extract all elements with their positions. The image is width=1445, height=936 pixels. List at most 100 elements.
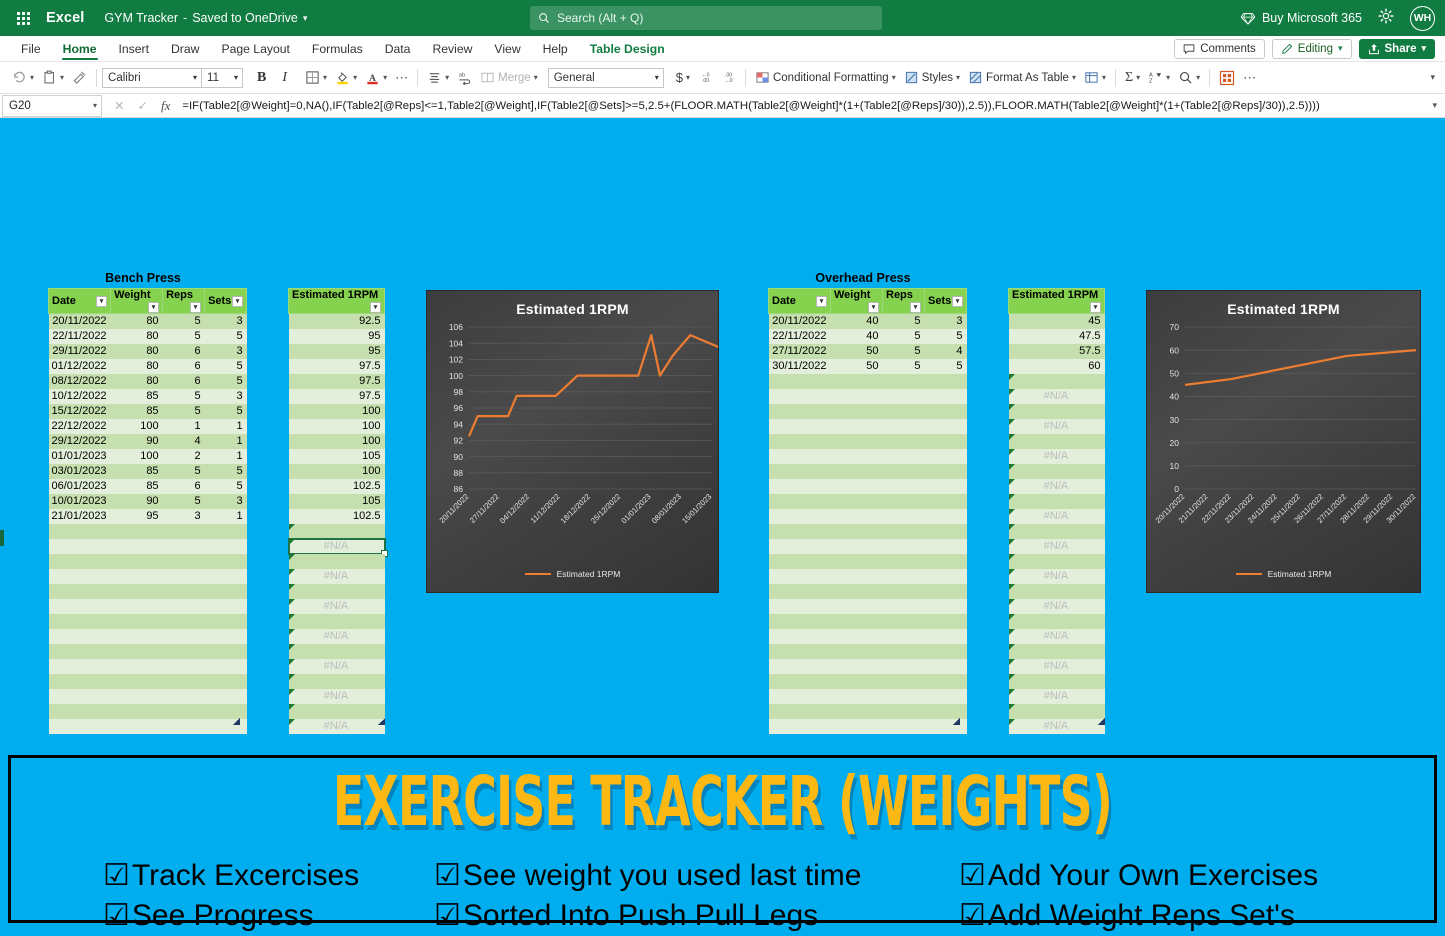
- cell-estimated-1rpm[interactable]: [1008, 554, 1105, 569]
- cell-estimated-1rpm[interactable]: 47.5: [1008, 329, 1105, 344]
- format-as-table-button[interactable]: Format As Table ▾: [964, 66, 1080, 90]
- cell-reps[interactable]: [882, 509, 925, 524]
- tab-page-layout[interactable]: Page Layout: [210, 36, 300, 61]
- cell-date[interactable]: [768, 554, 831, 569]
- table-row[interactable]: [48, 674, 247, 689]
- filter-icon[interactable]: ▾: [232, 296, 244, 307]
- cell-reps[interactable]: [162, 554, 205, 569]
- table-row[interactable]: 22/11/2022 40 5 5: [768, 329, 967, 344]
- cell-reps[interactable]: [882, 389, 925, 404]
- cell-date[interactable]: 10/01/2023: [48, 494, 111, 509]
- formula-bar-expand-icon[interactable]: ▾: [1424, 100, 1445, 111]
- table-row[interactable]: 105: [288, 449, 385, 464]
- cell-weight[interactable]: 50: [830, 359, 883, 374]
- table-row[interactable]: #N/A: [1008, 629, 1105, 644]
- cell-date[interactable]: 20/11/2022: [48, 313, 111, 329]
- table-row[interactable]: [48, 524, 247, 539]
- cell-weight[interactable]: 100: [110, 449, 163, 464]
- table-row[interactable]: 105: [288, 494, 385, 509]
- cell-weight[interactable]: [110, 719, 163, 734]
- cell-weight[interactable]: [830, 389, 883, 404]
- cell-date[interactable]: 10/12/2022: [48, 389, 111, 404]
- cell-date[interactable]: [48, 644, 111, 659]
- cell-date[interactable]: [768, 599, 831, 614]
- cell-sets[interactable]: [924, 704, 967, 719]
- cell-reps[interactable]: 6: [162, 344, 205, 359]
- table-row[interactable]: #N/A: [1008, 389, 1105, 404]
- tab-data[interactable]: Data: [374, 36, 422, 61]
- cell-weight[interactable]: 40: [830, 313, 883, 329]
- cell-reps[interactable]: [882, 644, 925, 659]
- autosum-button[interactable]: Σ ▾: [1121, 66, 1144, 90]
- buy-microsoft-365-button[interactable]: Buy Microsoft 365: [1240, 11, 1362, 25]
- cell-weight[interactable]: [830, 524, 883, 539]
- col-sets[interactable]: Sets ▾: [924, 288, 967, 314]
- table-row[interactable]: [48, 554, 247, 569]
- format-painter-button[interactable]: [68, 66, 91, 90]
- table-row[interactable]: 22/11/2022 80 5 5: [48, 329, 247, 344]
- cell-weight[interactable]: 85: [110, 464, 163, 479]
- cell-reps[interactable]: [162, 689, 205, 704]
- table-row[interactable]: [1008, 644, 1105, 659]
- cell-sets[interactable]: [204, 524, 247, 539]
- table-row[interactable]: [1008, 614, 1105, 629]
- col-date[interactable]: Date ▾: [47, 288, 112, 314]
- table-row[interactable]: 100: [288, 404, 385, 419]
- cell-reps[interactable]: 1: [162, 419, 205, 434]
- bench-table-resize-handle[interactable]: [233, 718, 240, 725]
- table-row[interactable]: 95: [288, 329, 385, 344]
- cell-reps[interactable]: 5: [882, 359, 925, 374]
- font-name-select[interactable]: Calibri ▾: [102, 67, 203, 88]
- cell-reps[interactable]: 5: [162, 329, 205, 344]
- cell-weight[interactable]: [110, 644, 163, 659]
- cell-sets[interactable]: 3: [924, 313, 967, 329]
- cell-reps[interactable]: [882, 524, 925, 539]
- comments-button[interactable]: Comments: [1174, 38, 1265, 59]
- chevron-down-icon[interactable]: ▾: [534, 73, 538, 82]
- cell-sets[interactable]: [204, 569, 247, 584]
- cell-date[interactable]: 29/11/2022: [48, 344, 111, 359]
- cell-reps[interactable]: [882, 689, 925, 704]
- cell-reps[interactable]: [162, 704, 205, 719]
- tab-insert[interactable]: Insert: [108, 36, 160, 61]
- bench-1rpm-table[interactable]: Estimated 1RPM ▾ 92.5 95 95 97.5 97.5 97.5 100 1…: [287, 288, 388, 734]
- cell-reps[interactable]: 3: [162, 509, 205, 524]
- cell-date[interactable]: [768, 464, 831, 479]
- cell-sets[interactable]: [204, 704, 247, 719]
- col-estimated-1rpm[interactable]: Estimated 1RPM ▾: [288, 288, 385, 314]
- table-row[interactable]: 97.5: [288, 374, 385, 389]
- cell-date[interactable]: 08/12/2022: [48, 374, 111, 389]
- table-row[interactable]: [768, 599, 967, 614]
- cell-weight[interactable]: [110, 569, 163, 584]
- cell-date[interactable]: [48, 584, 111, 599]
- tab-formulas[interactable]: Formulas: [301, 36, 374, 61]
- cell-estimated-1rpm[interactable]: 97.5: [288, 374, 385, 389]
- table-row[interactable]: [768, 614, 967, 629]
- chevron-down-icon[interactable]: ▾: [303, 13, 308, 24]
- editing-button[interactable]: Editing ▾: [1271, 38, 1352, 59]
- cell-weight[interactable]: [830, 674, 883, 689]
- table-row[interactable]: [1008, 404, 1105, 419]
- align-button[interactable]: ▾: [423, 66, 453, 90]
- table-row[interactable]: 22/12/2022 100 1 1: [48, 419, 247, 434]
- cell-reps[interactable]: [162, 644, 205, 659]
- cell-reps[interactable]: 5: [882, 344, 925, 359]
- table-row[interactable]: [768, 554, 967, 569]
- cell-sets[interactable]: [924, 524, 967, 539]
- table-row[interactable]: #N/A: [287, 538, 388, 557]
- cell-date[interactable]: 15/12/2022: [48, 404, 111, 419]
- cell-reps[interactable]: 4: [162, 434, 205, 449]
- overhead-table-resize-handle[interactable]: [953, 718, 960, 725]
- cell-weight[interactable]: [830, 554, 883, 569]
- cell-date[interactable]: [768, 374, 831, 389]
- fill-color-button[interactable]: ▾: [331, 66, 361, 90]
- table-row[interactable]: [768, 374, 967, 389]
- cell-estimated-1rpm[interactable]: [1008, 584, 1105, 599]
- cell-weight[interactable]: 90: [110, 494, 163, 509]
- cell-weight[interactable]: 40: [830, 329, 883, 344]
- col-estimated-1rpm[interactable]: Estimated 1RPM ▾: [1008, 288, 1105, 314]
- table-row[interactable]: [768, 464, 967, 479]
- cell-estimated-1rpm[interactable]: 100: [288, 419, 385, 434]
- formula-input[interactable]: =IF(Table2[@Weight]=0,NA(),IF(Table2[@Re…: [182, 100, 1424, 112]
- cell-sets[interactable]: [924, 374, 967, 389]
